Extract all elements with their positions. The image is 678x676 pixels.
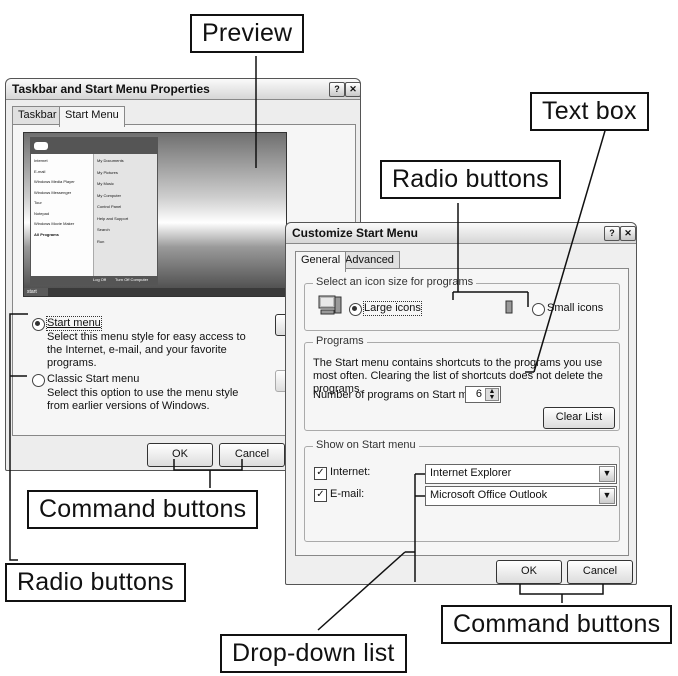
large-icons-radio[interactable] <box>349 303 362 316</box>
preview-item: My Computer <box>97 192 122 198</box>
chevron-down-icon[interactable]: ▼ <box>599 488 615 504</box>
callout-command-buttons-right: Command buttons <box>441 605 673 644</box>
callout-command-buttons-left: Command buttons <box>27 490 259 529</box>
internet-dropdown-value: Internet Explorer <box>430 467 512 479</box>
callout-radio-buttons-left: Radio buttons <box>5 563 186 602</box>
preview-left-items: Internet E-mail Windows Media Player Win… <box>34 158 92 237</box>
preview-taskbar: start <box>24 288 286 296</box>
cancel-button[interactable]: Cancel <box>219 443 285 467</box>
customize-start-menu-dialog: Customize Start Menu ? ✕ General Advance… <box>285 222 637 585</box>
preview-right-items: My Documents My Pictures My Music My Com… <box>97 158 155 244</box>
preview-item: Internet <box>34 158 48 163</box>
show-on-start-menu-group: Show on Start menu ✓ Internet: Internet … <box>304 439 620 542</box>
email-dropdown[interactable]: Microsoft Office Outlook ▼ <box>425 486 617 506</box>
help-icon[interactable]: ? <box>329 82 345 97</box>
email-label: E-mail: <box>330 488 365 500</box>
chevron-down-icon[interactable]: ▼ <box>599 466 615 482</box>
start-menu-radio-label: Start menu <box>46 316 102 331</box>
preview-item: Tour <box>34 200 42 205</box>
preview-item: Windows Messenger <box>34 189 72 195</box>
programs-group-label: Programs <box>313 335 367 347</box>
icon-size-group: Select an icon size for programs Large i… <box>304 276 620 331</box>
classic-start-menu-radio-label: Classic Start menu <box>47 373 140 385</box>
callout-preview: Preview <box>190 14 305 53</box>
email-dropdown-value: Microsoft Office Outlook <box>430 489 548 501</box>
preview-turn-off: Turn Off Computer <box>115 277 149 282</box>
preview-item: Windows Media Player <box>34 179 75 184</box>
ok-button[interactable]: OK <box>496 560 562 584</box>
preview-item: Notepad <box>34 210 50 216</box>
tab-start-menu[interactable]: Start Menu <box>59 106 125 127</box>
preview-item: My Music <box>97 181 114 186</box>
preview-bottom-bar: Log Off Turn Off Computer <box>31 276 157 284</box>
start-menu-preview: Internet E-mail Windows Media Player Win… <box>23 132 287 297</box>
callout-text-box: Text box <box>530 92 649 131</box>
help-icon[interactable]: ? <box>604 226 620 241</box>
callout-radio-buttons-top: Radio buttons <box>380 160 561 199</box>
preview-item: Help and Support <box>97 215 129 221</box>
preview-item: My Documents <box>97 158 124 163</box>
classic-start-menu-description: Select this option to use the menu style… <box>47 387 239 412</box>
number-of-programs-spinner[interactable]: 6 ▲ ▼ <box>465 386 501 403</box>
large-icons-label: Large icons <box>363 301 422 316</box>
small-computer-icon <box>503 300 515 314</box>
show-on-start-menu-label: Show on Start menu <box>313 439 419 451</box>
start-menu-radio[interactable] <box>32 318 45 331</box>
preview-item: Run <box>97 238 105 244</box>
clear-list-button[interactable]: Clear List <box>543 407 615 429</box>
general-tab-panel: Select an icon size for programs Large i… <box>295 268 629 556</box>
spinner-arrows-icon[interactable]: ▲ ▼ <box>485 388 499 401</box>
start-menu-description: Select this menu style for easy access t… <box>47 331 246 369</box>
classic-start-menu-radio[interactable] <box>32 374 45 387</box>
number-of-programs-label: Number of programs on Start menu: <box>313 389 490 401</box>
internet-label: Internet: <box>330 466 371 478</box>
small-icons-label: Small icons <box>547 302 604 314</box>
icon-size-group-label: Select an icon size for programs <box>313 276 477 288</box>
internet-checkbox[interactable]: ✓ <box>314 467 327 480</box>
small-icons-radio[interactable] <box>532 303 545 316</box>
ok-button[interactable]: OK <box>147 443 213 467</box>
number-of-programs-value[interactable]: 6 <box>476 388 482 400</box>
preview-user-header <box>31 138 157 154</box>
tab-general[interactable]: General <box>295 251 347 272</box>
dialog-title: Customize Start Menu <box>286 223 636 244</box>
cancel-button[interactable]: Cancel <box>567 560 633 584</box>
tab-taskbar[interactable]: Taskbar <box>12 106 63 125</box>
close-icon[interactable]: ✕ <box>620 226 636 241</box>
preview-log-off: Log Off <box>93 277 107 282</box>
preview-item: My Pictures <box>97 169 118 175</box>
dialog-title: Taskbar and Start Menu Properties <box>6 79 360 100</box>
close-icon[interactable]: ✕ <box>345 82 361 97</box>
preview-item: Windows Movie Maker <box>34 221 75 226</box>
email-checkbox[interactable]: ✓ <box>314 489 327 502</box>
preview-item: E-mail <box>34 168 46 174</box>
programs-group: Programs The Start menu contains shortcu… <box>304 335 620 431</box>
preview-item: Search <box>97 227 110 232</box>
callout-drop-down-list: Drop-down list <box>220 634 407 673</box>
preview-user-icon <box>34 142 48 150</box>
preview-start-menu: Internet E-mail Windows Media Player Win… <box>30 137 158 285</box>
preview-item: Control Panel <box>97 204 122 209</box>
large-computer-icon <box>317 294 343 316</box>
preview-all-programs: All Programs <box>34 231 59 237</box>
internet-dropdown[interactable]: Internet Explorer ▼ <box>425 464 617 484</box>
preview-start-button: start <box>24 288 48 296</box>
